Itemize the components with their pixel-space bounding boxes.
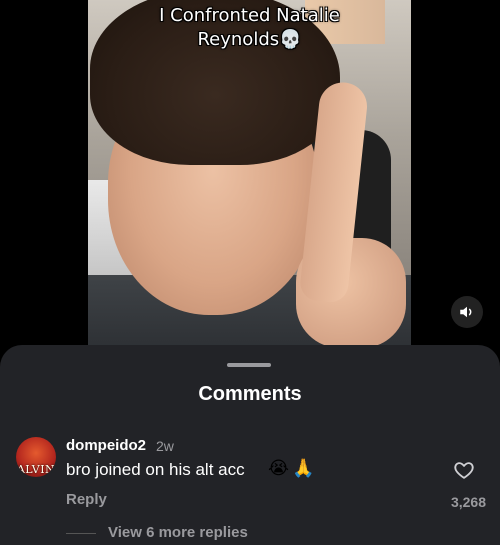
folded-hands-emoji: 🙏 (292, 458, 315, 479)
comments-sheet: Comments ALVIN dompeido2 2w bro joined o… (0, 345, 500, 545)
sheet-drag-handle[interactable] (227, 363, 271, 367)
comment-text: bro joined on his alt acc (66, 460, 245, 479)
avatar[interactable]: ALVIN (16, 437, 56, 477)
video-caption: I Confronted Natalie Reynolds💀 (159, 5, 340, 50)
volume-button[interactable] (451, 296, 483, 328)
avatar-label: ALVIN (16, 463, 56, 476)
heart-outline-icon[interactable] (453, 459, 475, 481)
replies-divider (66, 533, 96, 534)
like-count: 3,268 (450, 494, 486, 510)
crying-face-emoji: 😭 (268, 458, 290, 479)
app-screen: I Confronted Natalie Reynolds💀 Comments … (0, 0, 500, 545)
speaker-on-icon (460, 306, 472, 318)
comment-username[interactable]: dompeido2 (66, 437, 146, 454)
comments-title: Comments (198, 383, 302, 405)
comment-timestamp: 2w (156, 438, 174, 454)
view-more-replies-button[interactable]: View 6 more replies (108, 524, 248, 541)
reply-button[interactable]: Reply (66, 491, 107, 508)
